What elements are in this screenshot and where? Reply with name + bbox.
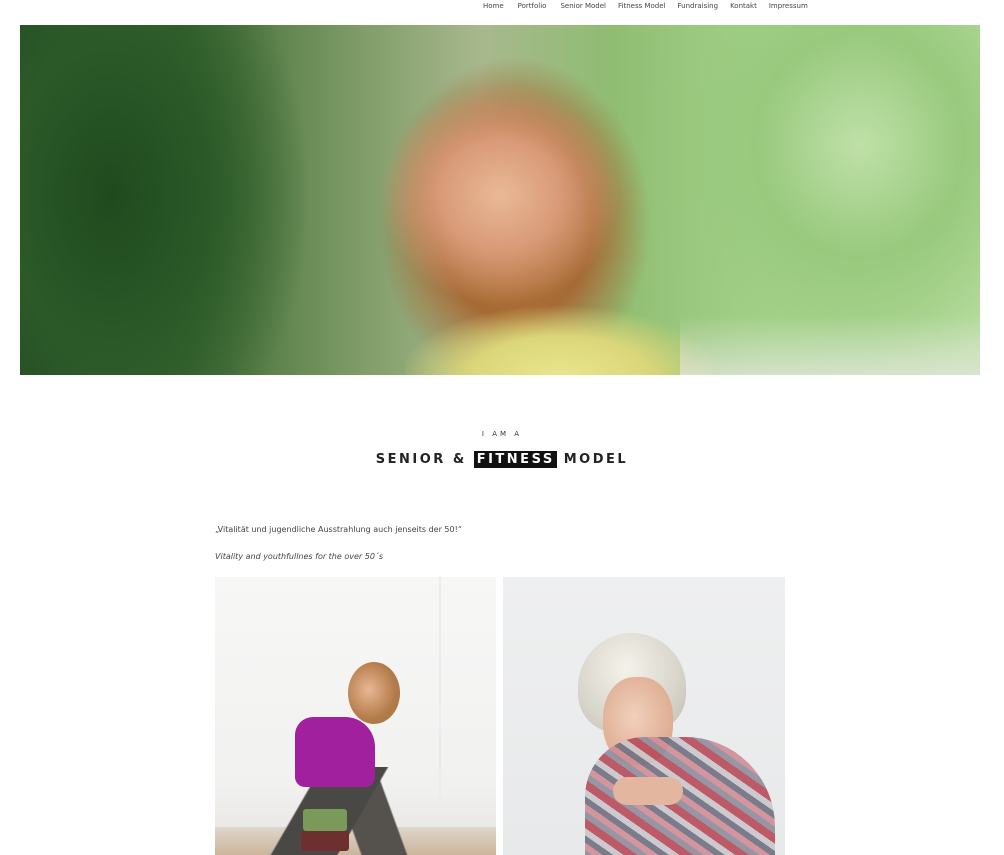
nav-kontakt[interactable]: Kontakt bbox=[730, 0, 757, 14]
headline-part-model: MODEL bbox=[563, 452, 629, 467]
photo-yoga-block bbox=[301, 831, 349, 851]
quote-german: „Vitalität und jugendliche Ausstrahlung … bbox=[215, 525, 462, 534]
photo-figure-head bbox=[348, 662, 400, 724]
nav-impressum[interactable]: Impressum bbox=[769, 0, 808, 14]
photo-wall-edge bbox=[439, 577, 441, 797]
hero-image-path bbox=[680, 315, 980, 375]
photo-figure-hand bbox=[613, 777, 683, 805]
nav-fundraising[interactable]: Fundraising bbox=[678, 0, 719, 14]
photo-figure-top bbox=[295, 717, 375, 787]
gallery-photo-portrait[interactable] bbox=[503, 577, 785, 855]
main-navigation: Home Portfolio Senior Model Fitness Mode… bbox=[478, 0, 808, 14]
quote-english: Vitality and youthfullnes for the over 5… bbox=[215, 552, 384, 561]
nav-portfolio[interactable]: Portfolio bbox=[518, 0, 547, 14]
hero-image bbox=[20, 25, 980, 375]
nav-home[interactable]: Home bbox=[483, 0, 504, 14]
intro-headline: SENIOR & FITNESS MODEL bbox=[0, 451, 1004, 468]
headline-highlight-fitness: FITNESS bbox=[473, 451, 557, 468]
hero-image-detail bbox=[405, 295, 715, 375]
intro-kicker: I AM A bbox=[481, 430, 523, 438]
photo-yoga-block bbox=[303, 809, 347, 831]
gallery-photo-fitness[interactable] bbox=[215, 577, 496, 855]
headline-part-senior: SENIOR & bbox=[375, 452, 467, 467]
nav-senior-model[interactable]: Senior Model bbox=[560, 0, 606, 14]
nav-fitness-model[interactable]: Fitness Model bbox=[618, 0, 666, 14]
